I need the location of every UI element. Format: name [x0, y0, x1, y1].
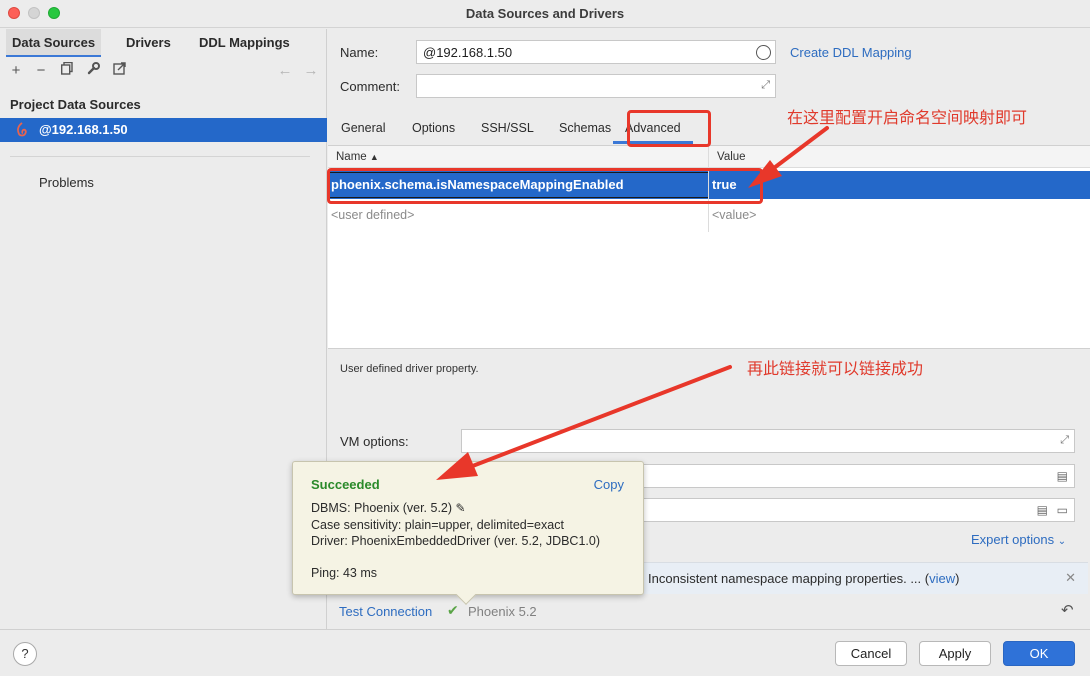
tab-ssh-ssl[interactable]: SSH/SSL [481, 121, 534, 135]
help-button[interactable]: ? [13, 642, 37, 666]
add-icon[interactable]: + [6, 61, 26, 81]
popup-title: Succeeded [311, 477, 380, 492]
tab-general[interactable]: General [341, 121, 385, 135]
back-arrow-icon[interactable]: ← [275, 61, 295, 81]
chevron-down-icon: ⌄ [1057, 536, 1067, 547]
cancel-button[interactable]: Cancel [835, 641, 907, 666]
property-name-placeholder[interactable]: <user defined> [331, 208, 414, 222]
popup-ping-line: Ping: 43 ms [311, 566, 378, 580]
name-field[interactable]: @192.168.1.50 [416, 40, 776, 64]
test-connection-popup: Succeeded Copy DBMS: Phoenix (ver. 5.2) … [292, 461, 644, 605]
left-toolbar: + − ← → [0, 59, 327, 85]
copy-link[interactable]: Copy [594, 477, 624, 492]
wrench-icon[interactable] [83, 61, 103, 81]
annotation-note-config: 在这里配置开启命名空间映射即可 [787, 110, 1028, 127]
file-browse-icon[interactable]: ▤ [1037, 503, 1048, 517]
left-divider [10, 156, 310, 157]
view-link[interactable]: view [929, 571, 955, 586]
property-description: User defined driver property. [340, 363, 479, 375]
ok-button[interactable]: OK [1003, 641, 1075, 666]
datasource-label: @192.168.1.50 [39, 122, 128, 137]
pencil-icon[interactable]: ✎ [456, 501, 466, 515]
color-picker-icon[interactable] [756, 45, 771, 60]
popup-case-line: Case sensitivity: plain=upper, delimited… [311, 518, 564, 532]
vm-options-label: VM options: [340, 434, 409, 449]
property-value-placeholder[interactable]: <value> [712, 208, 756, 222]
comment-label: Comment: [340, 79, 400, 94]
tab-drivers[interactable]: Drivers [120, 29, 177, 57]
comment-field[interactable]: ⤢ [416, 74, 776, 98]
tab-ddl-mappings[interactable]: DDL Mappings [193, 29, 296, 57]
annotation-box-property-row [327, 168, 763, 204]
close-icon[interactable]: ✕ [1065, 570, 1076, 586]
left-tabs: Data Sources Drivers DDL Mappings [0, 29, 327, 57]
check-icon: ✔ [447, 602, 459, 618]
warning-banner: Inconsistent namespace mapping propertie… [644, 562, 1088, 594]
column-header-name[interactable]: Name ▲ [336, 151, 379, 163]
project-data-sources-heading: Project Data Sources [10, 97, 141, 112]
expert-options-link[interactable]: Expert options ⌄ [971, 532, 1066, 547]
vm-options-field[interactable]: ⤢ [461, 429, 1075, 453]
popup-dbms-line: DBMS: Phoenix (ver. 5.2) ✎ [311, 501, 466, 515]
annotation-box-advanced-tab [627, 110, 711, 147]
table-header: Name ▲ Value [328, 146, 1090, 168]
expand-icon[interactable]: ⤢ [1060, 434, 1069, 447]
jump-icon[interactable] [109, 61, 129, 81]
undo-icon[interactable]: ↶ [1061, 601, 1074, 619]
tab-options[interactable]: Options [412, 121, 455, 135]
left-panel: Data Sources Drivers DDL Mappings + − ← … [0, 29, 327, 629]
table-row[interactable]: <user defined> <value> [328, 201, 1090, 229]
remove-icon[interactable]: − [31, 61, 51, 81]
tab-schemas[interactable]: Schemas [559, 121, 611, 135]
folder-icon[interactable]: ▭ [1057, 503, 1068, 517]
duplicate-icon[interactable] [57, 61, 77, 81]
popup-driver-line: Driver: PhoenixEmbeddedDriver (ver. 5.2,… [311, 534, 601, 548]
column-header-value[interactable]: Value [717, 151, 746, 163]
dialog-footer: ? Cancel Apply OK [0, 629, 1090, 676]
warning-text: Inconsistent namespace mapping propertie… [648, 571, 960, 586]
phoenix-driver-icon [16, 122, 30, 138]
file-browse-icon[interactable]: ▤ [1057, 469, 1068, 483]
sort-ascending-icon: ▲ [369, 152, 379, 162]
name-label: Name: [340, 45, 379, 60]
annotation-note-connect: 再此链接就可以链接成功 [747, 361, 924, 378]
window-title: Data Sources and Drivers [465, 6, 625, 21]
create-ddl-mapping-link[interactable]: Create DDL Mapping [790, 45, 912, 60]
expand-icon[interactable]: ⤢ [761, 79, 770, 92]
problems-item[interactable]: Problems [39, 175, 94, 190]
connection-status: Phoenix 5.2 [468, 604, 537, 619]
apply-button[interactable]: Apply [919, 641, 991, 666]
datasource-item[interactable]: @192.168.1.50 [0, 118, 327, 142]
title-bar: Data Sources and Drivers [0, 0, 1090, 28]
forward-arrow-icon[interactable]: → [301, 61, 321, 81]
tab-data-sources[interactable]: Data Sources [6, 29, 102, 57]
test-connection-link[interactable]: Test Connection [339, 604, 432, 619]
name-field-value: @192.168.1.50 [423, 45, 513, 60]
